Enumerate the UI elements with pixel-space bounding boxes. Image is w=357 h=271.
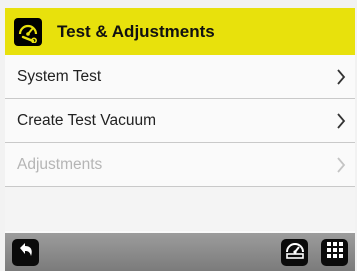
- menu-item-adjustments[interactable]: Adjustments: [5, 143, 355, 187]
- menu-item-label: Create Test Vacuum: [17, 111, 156, 129]
- test-adjustments-screen: Test & Adjustments System Test Create Te…: [0, 0, 357, 271]
- chevron-right-icon: [335, 156, 347, 174]
- menu-item-create-test-vacuum[interactable]: Create Test Vacuum: [5, 99, 355, 143]
- bottom-toolbar: [5, 233, 355, 271]
- gauge-icon: [284, 239, 306, 266]
- menu-list: System Test Create Test Vacuum Adjustmen…: [5, 55, 355, 233]
- menu-grid-button[interactable]: [321, 239, 348, 266]
- title-bar: Test & Adjustments: [5, 8, 355, 55]
- grid-menu-icon: [326, 241, 344, 264]
- menu-item-label: System Test: [17, 67, 102, 85]
- page-title: Test & Adjustments: [57, 21, 215, 41]
- chevron-right-icon: [335, 68, 347, 86]
- back-button[interactable]: [12, 239, 39, 266]
- menu-item-system-test[interactable]: System Test: [5, 55, 355, 99]
- back-arrow-icon: [16, 240, 36, 265]
- gauge-wrench-icon: [14, 17, 42, 46]
- menu-item-label: Adjustments: [17, 155, 103, 173]
- chevron-right-icon: [335, 112, 347, 130]
- empty-menu-row: [5, 187, 355, 231]
- gauge-button[interactable]: [281, 239, 308, 266]
